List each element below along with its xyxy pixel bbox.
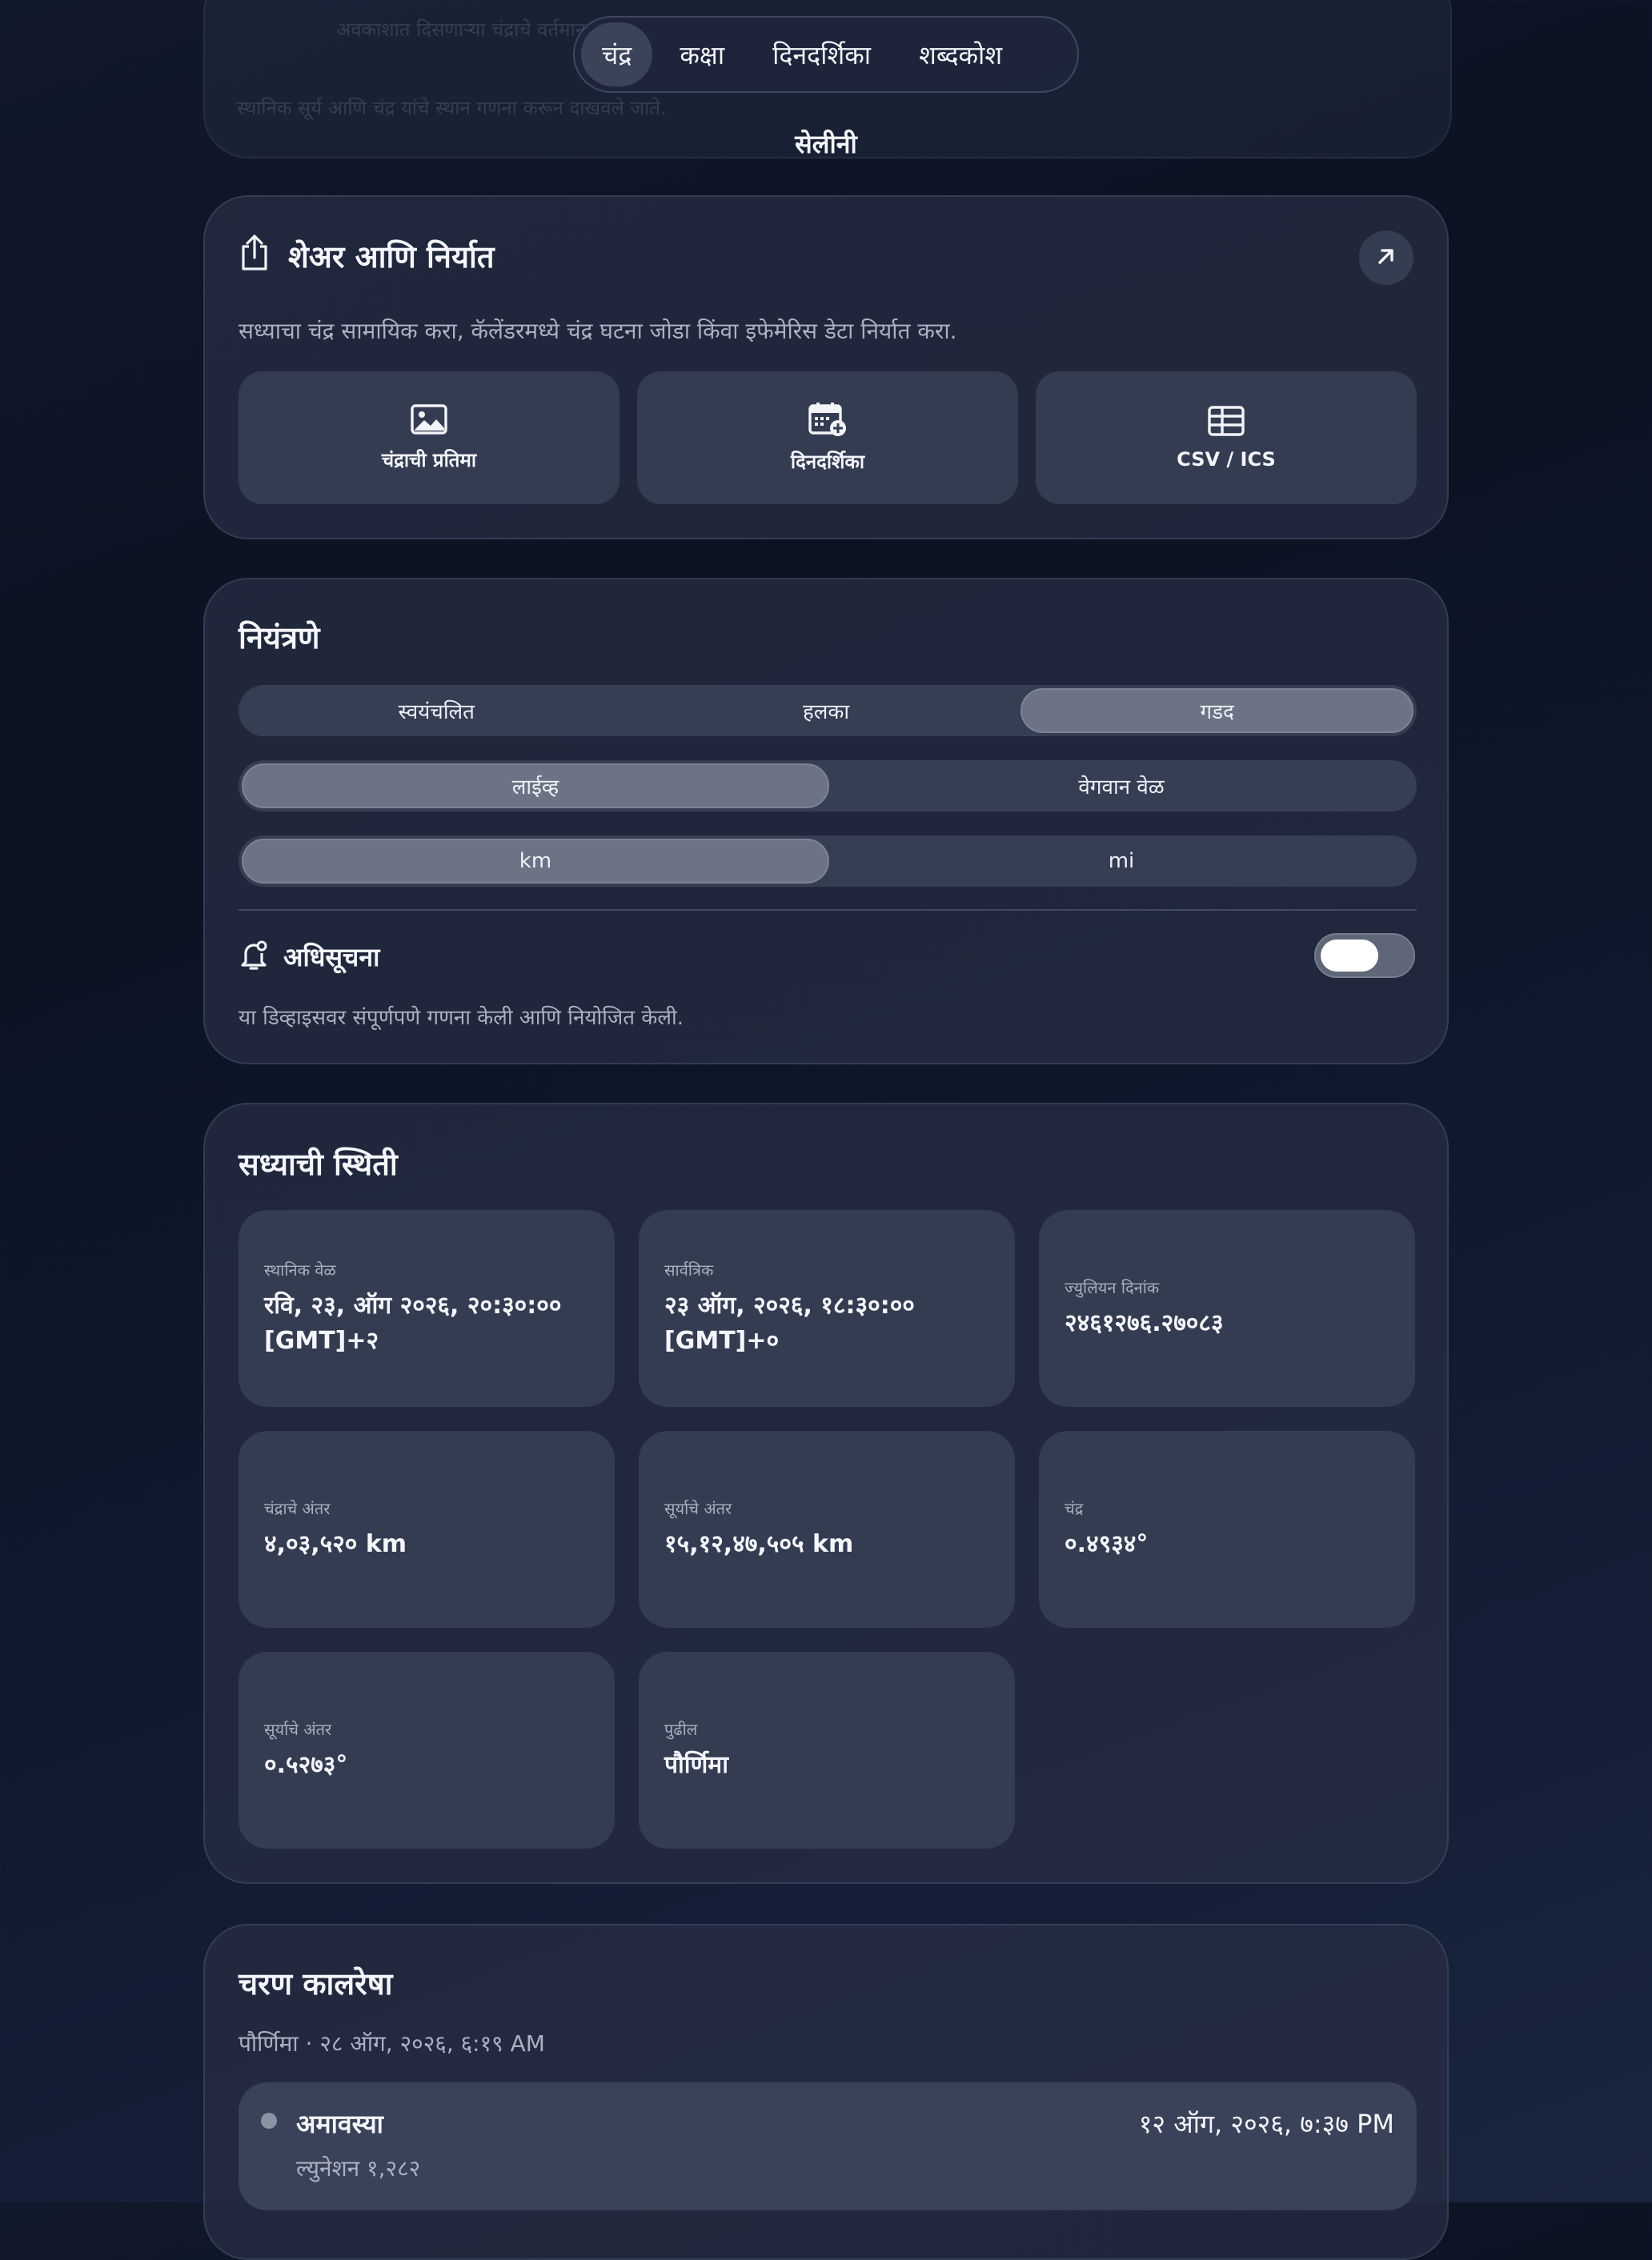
local-time-tile: स्थानिक वेळ रवि, २३, ऑग २०२६, २०:३०:०० [… bbox=[239, 1210, 615, 1407]
calendar-add-icon bbox=[808, 402, 848, 440]
controls-divider bbox=[239, 909, 1417, 911]
next-phase-tile: पुढील पौर्णिमा bbox=[639, 1652, 1015, 1849]
top-nav: चंद्र कक्षा दिनदर्शिका शब्दकोश bbox=[573, 16, 1079, 93]
moon-distance-tile: चंद्राचे अंतर ४,०३,५२० km bbox=[239, 1431, 615, 1628]
stat-label: चंद्र bbox=[1065, 1498, 1084, 1518]
time-mode-segmented-control: लाईव्ह वेगवान वेळ bbox=[239, 760, 1417, 811]
tab-orbit[interactable]: कक्षा bbox=[659, 22, 745, 86]
sun-angular-size-tile: सूर्याचे अंतर ०.५२७३° bbox=[239, 1652, 615, 1849]
phase-dot bbox=[261, 2113, 277, 2129]
stat-label: सूर्याचे अंतर bbox=[264, 1719, 332, 1739]
arrow-up-right-icon bbox=[1374, 244, 1398, 271]
stat-label: स्थानिक वेळ bbox=[264, 1260, 336, 1280]
timeline-subtitle: पौर्णिमा · २८ ऑग, २०२६, ६:१९ AM bbox=[239, 2030, 545, 2057]
moon-image-button[interactable]: चंद्राची प्रतिमा bbox=[239, 371, 620, 504]
stat-value: २४६१२७६.२७०८३ bbox=[1065, 1308, 1224, 1337]
app-title: सेलीनी bbox=[795, 129, 857, 159]
tab-glossary[interactable]: शब्दकोश bbox=[898, 22, 1023, 86]
status-title: सध्याची स्थिती bbox=[239, 1147, 398, 1182]
theme-segmented-control: स्वयंचलित हलका गडद bbox=[239, 685, 1417, 736]
calendar-export-button[interactable]: दिनदर्शिका bbox=[637, 371, 1018, 504]
stat-value: पौर्णिमा bbox=[664, 1750, 728, 1779]
image-icon bbox=[410, 403, 448, 439]
phase-date: १२ ऑग, २०२६, ७:३७ PM bbox=[1138, 2109, 1394, 2139]
stat-label: पुढील bbox=[664, 1719, 698, 1739]
csv-ics-button[interactable]: CSV / ICS bbox=[1036, 371, 1417, 504]
lunation-number: ल्युनेशन १,२८२ bbox=[296, 2155, 421, 2182]
stat-label: सार्वत्रिक bbox=[664, 1260, 714, 1280]
stat-value: १५,१२,४७,५०५ km bbox=[664, 1529, 854, 1558]
controls-card: नियंत्रणे स्वयंचलित हलका गडद लाईव्ह वेगव… bbox=[203, 578, 1449, 1064]
share-title: शेअर आणि निर्यात bbox=[288, 239, 495, 274]
stat-value: रवि, २३, ऑग २०२६, २०:३०:०० [GMT]+२ bbox=[264, 1292, 562, 1355]
toggle-knob bbox=[1321, 940, 1378, 972]
stat-value: २३ ऑग, २०२६, १८:३०:०० [GMT]+० bbox=[664, 1292, 915, 1355]
theme-light-option[interactable]: हलका bbox=[632, 688, 1021, 733]
time-fast-option[interactable]: वेगवान वेळ bbox=[829, 763, 1413, 808]
table-icon bbox=[1207, 405, 1245, 440]
share-description: सध्याचा चंद्र सामायिक करा, कॅलेंडरमध्ये … bbox=[239, 318, 957, 344]
units-segmented-control: km mi bbox=[239, 835, 1417, 887]
universal-time-tile: सार्वत्रिक २३ ऑग, २०२६, १८:३०:०० [GMT]+० bbox=[639, 1210, 1015, 1407]
units-km-option[interactable]: km bbox=[242, 839, 829, 884]
stat-label: चंद्राचे अंतर bbox=[264, 1498, 331, 1518]
background-text: स्थानिक सूर्य आणि चंद्र यांचे स्थान गणना… bbox=[237, 97, 667, 119]
moon-image-label: चंद्राची प्रतिमा bbox=[381, 448, 477, 471]
time-live-option[interactable]: लाईव्ह bbox=[242, 763, 829, 808]
timeline-title: चरण कालरेषा bbox=[239, 1966, 393, 2002]
controls-note: या डिव्हाइसवर संपूर्णपणे गणना केली आणि न… bbox=[239, 1006, 684, 1030]
calendar-label: दिनदर्शिका bbox=[790, 450, 865, 473]
open-export-button[interactable] bbox=[1359, 230, 1413, 285]
stat-value: ०.५२७३° bbox=[264, 1750, 348, 1779]
controls-title: नियंत्रणे bbox=[239, 620, 320, 655]
theme-dark-option[interactable]: गडद bbox=[1020, 688, 1414, 733]
current-status-card: सध्याची स्थिती स्थानिक वेळ रवि, २३, ऑग २… bbox=[203, 1103, 1449, 1884]
stat-label: ज्युलियन दिनांक bbox=[1065, 1277, 1160, 1297]
moon-angular-size-tile: चंद्र ०.४९३४° bbox=[1039, 1431, 1415, 1628]
phase-timeline-card: चरण कालरेषा पौर्णिमा · २८ ऑग, २०२६, ६:१९… bbox=[203, 1924, 1449, 2260]
share-icon bbox=[239, 234, 271, 275]
tab-moon[interactable]: चंद्र bbox=[581, 22, 653, 86]
julian-date-tile: ज्युलियन दिनांक २४६१२७६.२७०८३ bbox=[1039, 1210, 1415, 1407]
stat-label: सूर्याचे अंतर bbox=[664, 1498, 732, 1518]
sun-distance-tile: सूर्याचे अंतर १५,१२,४७,५०५ km bbox=[639, 1431, 1015, 1628]
notifications-toggle[interactable] bbox=[1314, 933, 1415, 978]
phase-name: अमावस्या bbox=[296, 2109, 383, 2139]
stat-value: ०.४९३४° bbox=[1065, 1529, 1149, 1558]
tab-calendar[interactable]: दिनदर्शिका bbox=[752, 22, 892, 86]
timeline-row[interactable]: अमावस्या १२ ऑग, २०२६, ७:३७ PM ल्युनेशन १… bbox=[239, 2082, 1417, 2210]
csv-ics-label: CSV / ICS bbox=[1177, 448, 1276, 471]
units-mi-option[interactable]: mi bbox=[829, 839, 1413, 884]
theme-auto-option[interactable]: स्वयंचलित bbox=[242, 688, 632, 733]
stat-value: ४,०३,५२० km bbox=[264, 1529, 407, 1558]
share-export-card: शेअर आणि निर्यात सध्याचा चंद्र सामायिक क… bbox=[203, 195, 1449, 539]
bell-icon bbox=[239, 940, 269, 975]
notifications-label: अधिसूचना bbox=[283, 942, 380, 972]
